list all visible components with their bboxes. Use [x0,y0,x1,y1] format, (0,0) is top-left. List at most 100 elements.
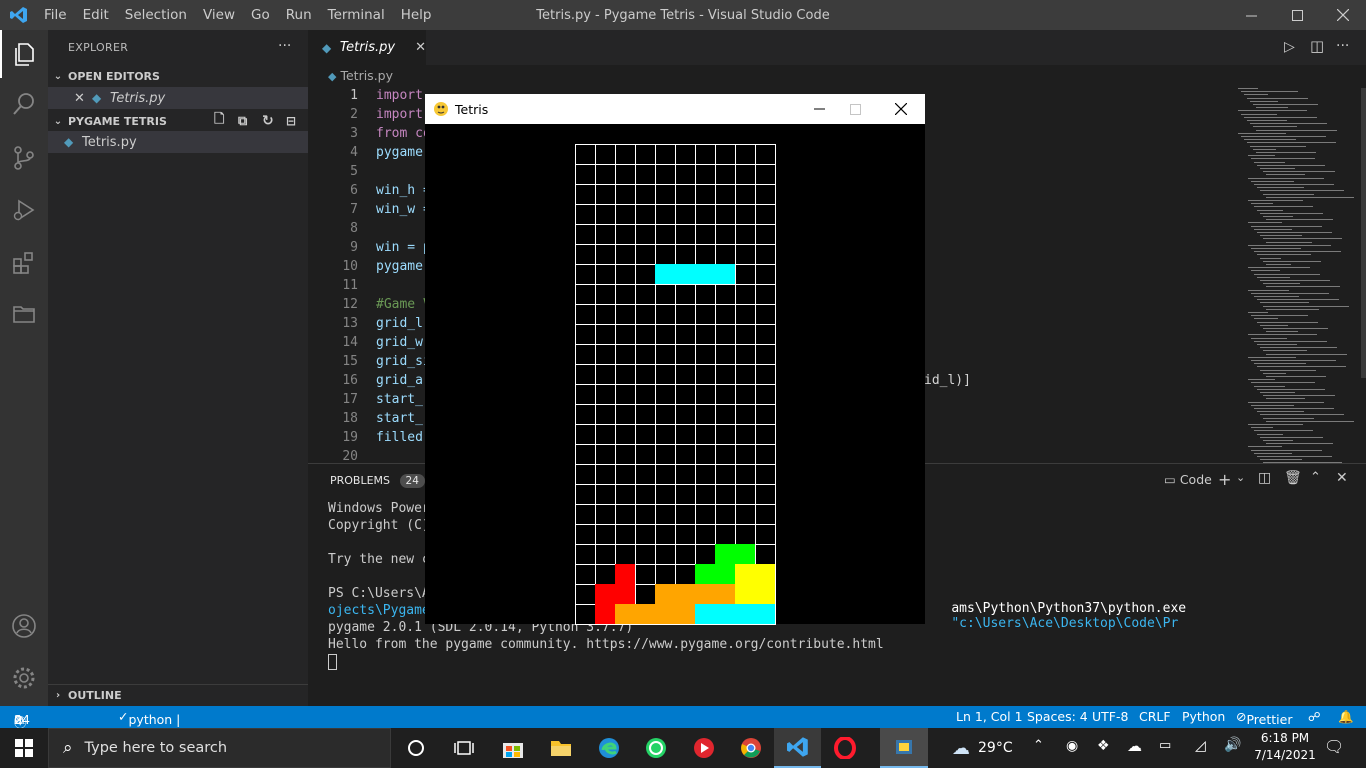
dropbox-icon[interactable]: ❖ [1097,738,1110,754]
clock[interactable]: 6:18 PM 7/14/2021 [1252,730,1318,764]
tray-overflow-icon[interactable]: ⌃ [1033,738,1044,753]
terminal-selector[interactable]: ▭ Code [1164,472,1212,487]
media-player-icon[interactable] [680,728,727,768]
tab-tetris-py[interactable]: ◆ Tetris.py ✕ [308,30,426,65]
weather-widget[interactable]: ☁ 29°C [952,728,1013,768]
folder-icon[interactable] [0,290,48,338]
trash-icon[interactable]: 🗑 [1284,470,1302,486]
outline-section[interactable]: › OUTLINE [48,684,308,706]
notifications-bell-icon[interactable]: 🔔 [1338,709,1354,725]
tetris-board[interactable] [575,144,776,625]
tetris-block [695,264,716,285]
tetris-cell [675,364,696,385]
cursor-position[interactable]: Ln 1, Col 1 [956,709,1023,724]
editor-more-icon[interactable]: ··· [1336,38,1349,54]
open-editor-item[interactable]: ✕ ◆ Tetris.py [48,87,308,109]
language-mode[interactable]: Python [1182,709,1225,724]
run-file-icon[interactable]: ▷ [1284,39,1295,55]
menu-view[interactable]: View [195,0,243,30]
breadcrumb[interactable]: ◆ Tetris.py [328,68,393,83]
maximize-panel-icon[interactable]: ⌃ [1310,470,1321,485]
menu-help[interactable]: Help [393,0,440,30]
tray-app-icon[interactable]: ◉ [1066,738,1078,754]
refresh-icon[interactable]: ↻ [262,113,274,129]
accounts-icon[interactable] [0,602,48,650]
cortana-icon[interactable] [392,728,439,768]
close-panel-icon[interactable]: ✕ [1336,470,1348,486]
chevron-down-icon[interactable]: ⌄ [1236,471,1245,484]
battery-icon[interactable]: ▭ [1159,738,1171,753]
tetris-block [655,584,676,605]
source-control-icon[interactable] [0,134,48,182]
close-window-button[interactable] [1320,0,1366,30]
prettier-status[interactable]: ⊘ Prettier [1236,709,1292,727]
minimap[interactable] [1238,88,1354,488]
new-terminal-icon[interactable]: + [1218,470,1231,489]
menu-file[interactable]: File [36,0,75,30]
interpreter-status[interactable]: ✓ python | ✓ Tetris.py [118,709,181,757]
store-icon[interactable] [489,728,536,768]
menu-go[interactable]: Go [243,0,278,30]
volume-icon[interactable]: 🔊 [1224,737,1241,753]
game-minimize-button[interactable] [803,94,835,124]
menu-run[interactable]: Run [278,0,320,30]
tetris-cell [575,524,596,545]
action-center-icon[interactable]: 🗨 [1324,737,1344,756]
tetris-block [595,584,616,605]
tetris-cell [695,484,716,505]
explorer-icon[interactable] [0,30,48,78]
line-ending[interactable]: CRLF [1139,709,1171,724]
game-maximize-button[interactable] [839,94,871,124]
minimap-line [1266,443,1333,445]
task-view-icon[interactable] [440,728,487,768]
search-icon[interactable] [0,80,48,128]
chrome-icon[interactable] [727,728,774,768]
extensions-icon[interactable] [0,239,48,287]
minimize-button[interactable] [1228,0,1274,30]
close-icon[interactable]: ✕ [74,91,90,106]
menu-edit[interactable]: Edit [75,0,117,30]
code-line: grid_si [376,354,431,369]
tetris-block [595,604,616,625]
close-tab-icon[interactable]: ✕ [415,40,426,55]
run-debug-icon[interactable] [0,186,48,234]
split-editor-icon[interactable]: ◫ [1310,37,1324,55]
encoding[interactable]: UTF-8 [1092,709,1128,724]
collapse-all-icon[interactable]: ⊟ [286,114,296,128]
menu-terminal[interactable]: Terminal [320,0,393,30]
wifi-icon[interactable]: ◿ [1195,738,1206,754]
pygame-window-taskbar-icon[interactable] [880,728,928,768]
line-number: 9 [350,240,358,255]
file-tree-item[interactable]: ◆ Tetris.py [48,131,308,153]
game-close-button[interactable] [885,94,917,124]
tetris-cell [715,484,736,505]
indentation[interactable]: Spaces: 4 [1027,709,1088,724]
more-actions-icon[interactable]: ··· [278,38,291,54]
folder-section[interactable]: ⌄ PYGAME TETRIS 🗋 ⧉ ↻ ⊟ [48,110,308,132]
open-editors-section[interactable]: ⌄ OPEN EDITORS [48,65,308,87]
tetris-cell [715,464,736,485]
file-explorer-icon[interactable] [537,728,584,768]
new-file-icon[interactable]: 🗋 [214,110,224,132]
new-folder-icon[interactable]: ⧉ [238,114,247,129]
menu-selection[interactable]: Selection [117,0,195,30]
feedback-icon[interactable]: ☍ [1308,709,1321,724]
problems-tab[interactable]: PROBLEMS 24 [330,474,425,488]
maximize-button[interactable] [1274,0,1320,30]
taskbar-search-box[interactable]: ⌕ Type here to search [48,728,391,768]
whatsapp-icon[interactable] [632,728,679,768]
tetris-cell [655,464,676,485]
edge-browser-icon[interactable] [585,728,632,768]
editor-scrollbar[interactable] [1361,88,1366,378]
split-terminal-icon[interactable]: ◫ [1258,470,1271,486]
windows-start-icon[interactable] [0,728,47,768]
tetris-cell [715,304,736,325]
onedrive-icon[interactable]: ☁ [1127,737,1142,755]
code-line-16-tail: id_l)] [924,373,971,388]
vscode-taskbar-icon[interactable] [774,728,821,768]
opera-icon[interactable] [821,728,868,768]
tetris-block [695,564,716,585]
code-line: import [376,107,423,122]
minimap-line [1251,270,1280,272]
settings-gear-icon[interactable] [0,654,48,702]
